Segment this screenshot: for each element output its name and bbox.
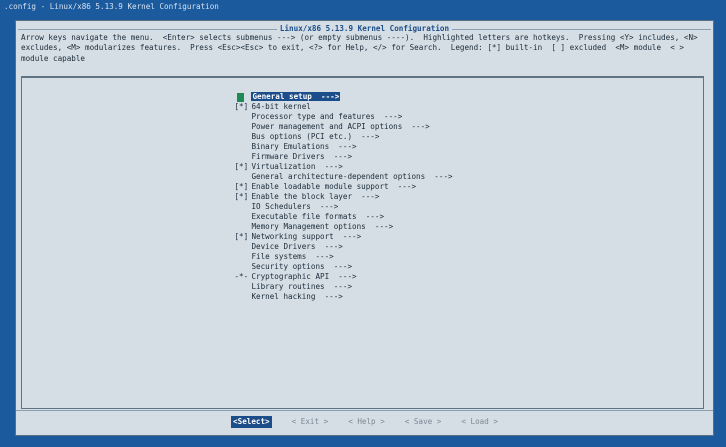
menu-item-virtualization[interactable]: [*] Virtualization --->: [207, 152, 342, 171]
help-text: Arrow keys navigate the menu. <Enter> se…: [21, 33, 703, 63]
menu-item-processor-type[interactable]: Processor type and features --->: [207, 102, 402, 121]
menu-item-device-drivers[interactable]: Device Drivers --->: [207, 232, 342, 251]
menu-item-firmware-drivers[interactable]: Firmware Drivers --->: [207, 142, 352, 161]
menu-item-memory-management[interactable]: Memory Management options --->: [207, 212, 393, 231]
button-bar-divider: [16, 410, 713, 411]
menu-item-file-systems[interactable]: File systems --->: [207, 242, 333, 261]
menu-item-label: Kernel hacking --->: [251, 292, 343, 301]
config-dialog: Linux/x86 5.13.9 Kernel Configuration Ar…: [15, 20, 714, 436]
menu-item-binary-emulations[interactable]: Binary Emulations --->: [207, 132, 356, 151]
exit-button[interactable]: < Exit >: [292, 416, 329, 428]
window-title: .config - Linux/x86 5.13.9 Kernel Config…: [4, 2, 219, 11]
button-bar: <Select> < Exit > < Help > < Save > < Load >: [16, 416, 713, 428]
menu-item-networking[interactable]: [*] Networking support --->: [207, 222, 361, 241]
menu-item-general-setup[interactable]: General setup --->: [207, 82, 341, 102]
menu-item-security-options[interactable]: Security options --->: [207, 252, 352, 271]
menu-item-cryptographic-api[interactable]: -*- Cryptographic API --->: [207, 262, 356, 281]
menu-top-border: [22, 77, 703, 78]
menu-list: General setup ---> [*] 64-bit kernel Proc…: [21, 76, 704, 409]
menu-item-kernel-hacking[interactable]: Kernel hacking --->: [207, 282, 342, 301]
menu-item-block-layer[interactable]: [*] Enable the block layer --->: [207, 182, 379, 201]
select-button[interactable]: <Select>: [231, 416, 272, 428]
menu-item-general-arch-options[interactable]: General architecture-dependent options -…: [207, 162, 452, 181]
menu-item-executable-formats[interactable]: Executable file formats --->: [207, 202, 384, 221]
menu-item-loadable-modules[interactable]: [*] Enable loadable module support --->: [207, 172, 416, 191]
help-button[interactable]: < Help >: [348, 416, 385, 428]
menu-item-bus-options[interactable]: Bus options (PCI etc.) --->: [207, 122, 379, 141]
load-button[interactable]: < Load >: [461, 416, 498, 428]
menu-item-power-management[interactable]: Power management and ACPI options --->: [207, 112, 429, 131]
dialog-title: Linux/x86 5.13.9 Kernel Configuration: [276, 24, 453, 33]
menu-item-64bit-kernel[interactable]: [*] 64-bit kernel: [207, 92, 310, 111]
menu-item-library-routines[interactable]: Library routines --->: [207, 272, 352, 291]
menu-item-io-schedulers[interactable]: IO Schedulers --->: [207, 192, 338, 211]
save-button[interactable]: < Save >: [405, 416, 442, 428]
